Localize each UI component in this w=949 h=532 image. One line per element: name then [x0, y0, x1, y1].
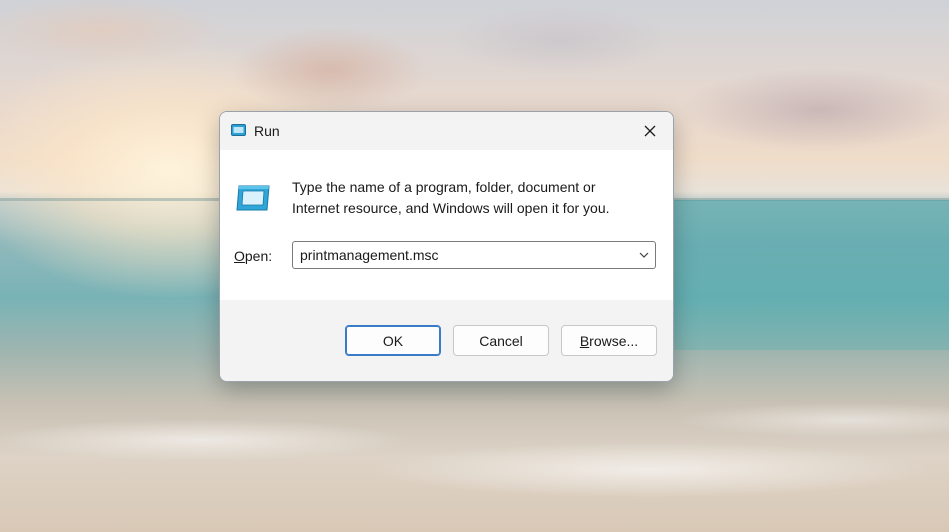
dialog-description: Type the name of a program, folder, docu…	[292, 177, 652, 219]
run-app-icon	[231, 124, 246, 136]
close-button[interactable]	[627, 112, 673, 150]
chevron-down-icon[interactable]	[638, 249, 650, 261]
open-label-text: pen:	[244, 248, 273, 264]
open-label-accelerator: O	[234, 248, 245, 264]
dialog-content: Type the name of a program, folder, docu…	[220, 150, 673, 300]
browse-button-label: rowse...	[589, 332, 639, 349]
wallpaper-waves	[0, 400, 949, 532]
run-dialog: Run Type the name of a program, folder, …	[219, 111, 674, 382]
browse-button-accelerator: B	[579, 332, 590, 349]
cancel-button[interactable]: Cancel	[453, 325, 549, 356]
open-label: Open:	[234, 248, 272, 264]
open-input[interactable]: printmanagement.msc	[300, 247, 439, 263]
browse-button[interactable]: Browse...	[561, 325, 657, 356]
button-bar: OK Cancel Browse...	[220, 300, 673, 381]
ok-button-label: OK	[382, 332, 404, 349]
open-combobox[interactable]: printmanagement.msc	[292, 241, 656, 269]
close-icon	[644, 125, 656, 137]
run-icon	[236, 185, 270, 211]
description-line-2: Internet resource, and Windows will open…	[292, 200, 610, 216]
cancel-button-label: Cancel	[479, 332, 523, 349]
window-title: Run	[254, 123, 280, 139]
description-line-1: Type the name of a program, folder, docu…	[292, 179, 596, 195]
ok-button[interactable]: OK	[345, 325, 441, 356]
desktop-wallpaper: Run Type the name of a program, folder, …	[0, 0, 949, 532]
title-bar[interactable]: Run	[220, 112, 673, 150]
